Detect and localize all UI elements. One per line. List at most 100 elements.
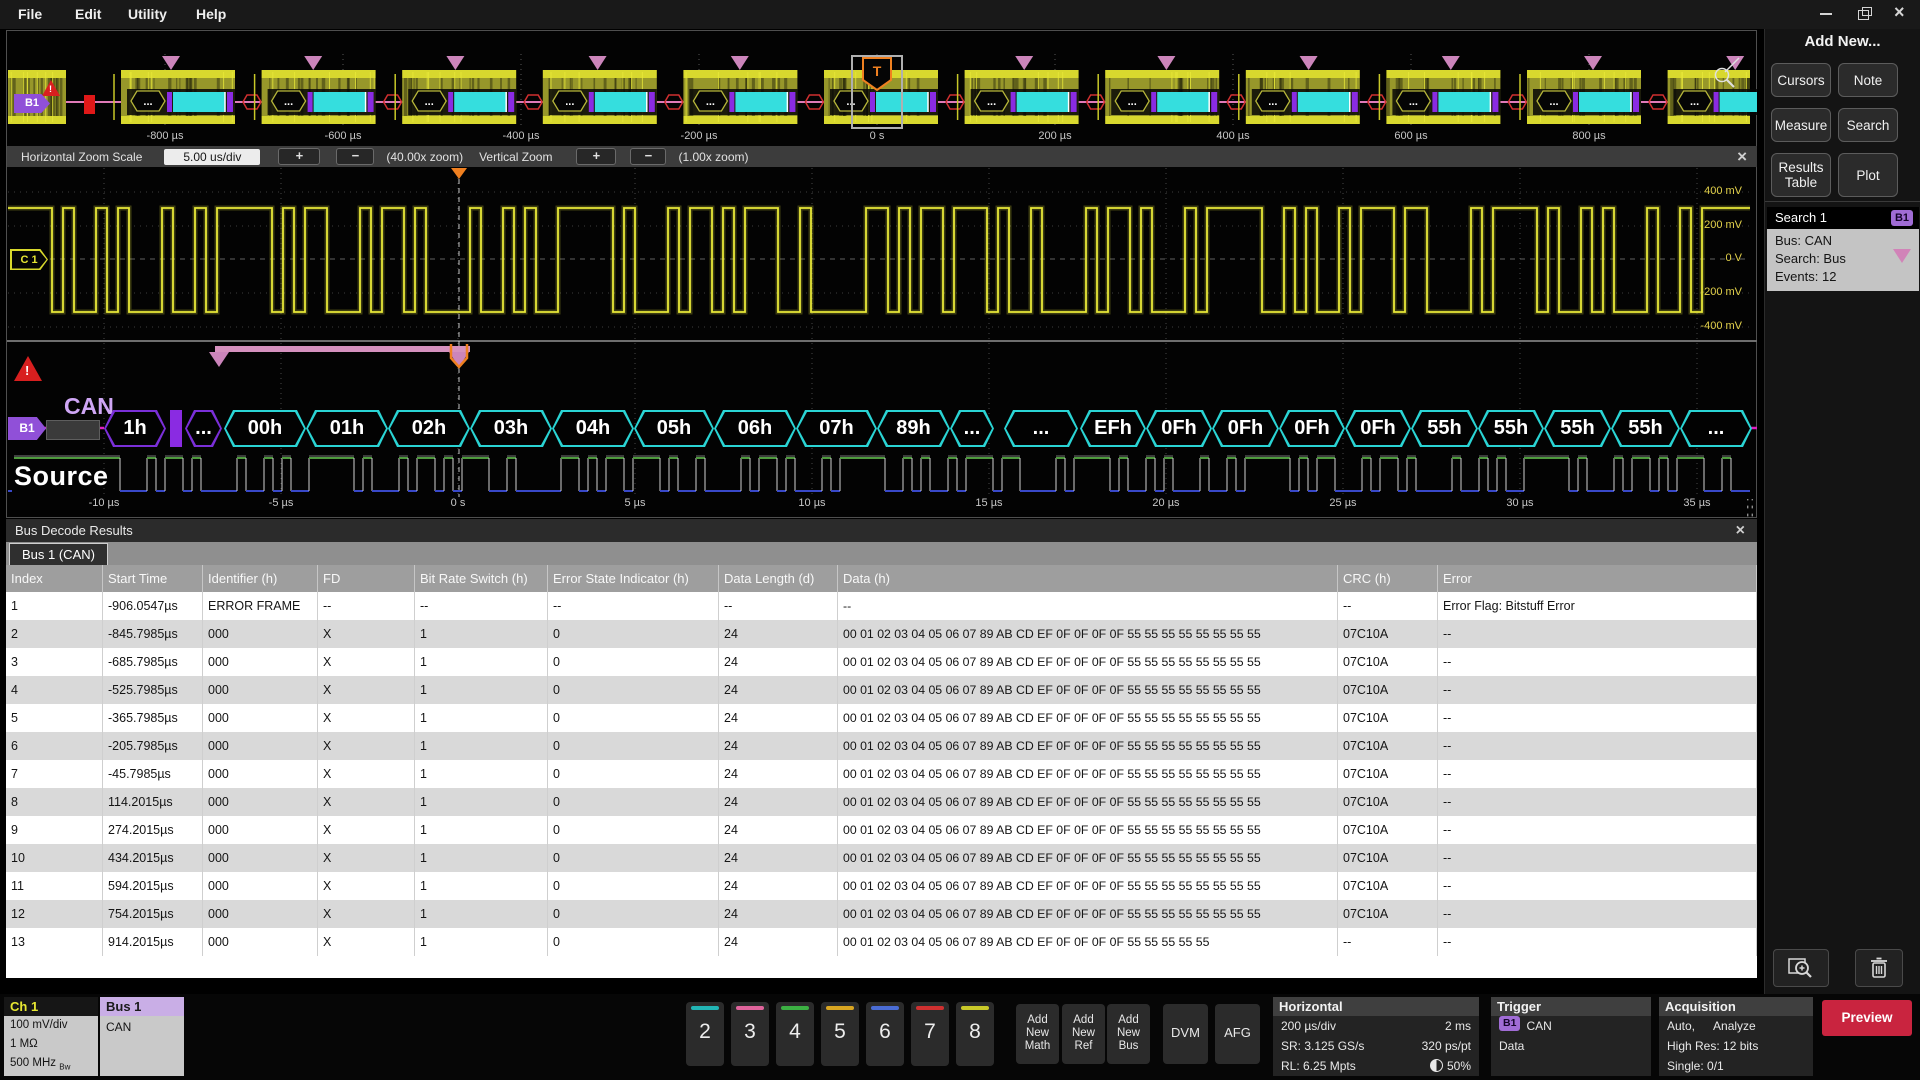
- table-row[interactable]: 7-45.7985µs000X102400 01 02 03 04 05 06 …: [6, 760, 1757, 788]
- channel-1-badge[interactable]: C 1: [10, 249, 48, 270]
- channel-3-button[interactable]: 3: [731, 1002, 769, 1066]
- acq-mode: Auto,: [1667, 1016, 1695, 1036]
- add-search-button[interactable]: Search: [1838, 108, 1898, 142]
- tab-bus1-can[interactable]: Bus 1 (CAN): [9, 543, 108, 565]
- search-event-marker[interactable]: [1300, 56, 1318, 70]
- cell: X: [318, 704, 415, 732]
- cell: 24: [719, 872, 838, 900]
- horizontal-window: 2 ms: [1445, 1016, 1471, 1036]
- add-new-ref-button[interactable]: AddNewRef: [1062, 1004, 1105, 1064]
- decode-frame: 55h: [1611, 410, 1680, 447]
- afg-button[interactable]: AFG: [1215, 1004, 1260, 1064]
- preview-button[interactable]: Preview: [1822, 1000, 1912, 1036]
- dvm-button[interactable]: DVM: [1163, 1004, 1208, 1064]
- ch1-scale: 100 mV/div: [4, 1016, 98, 1035]
- table-row[interactable]: 1-906.0547µsERROR FRAME------------Error…: [6, 592, 1757, 620]
- results-title-bar[interactable]: Bus Decode Results ×: [6, 519, 1757, 542]
- table-row[interactable]: 9274.2015µs000X102400 01 02 03 04 05 06 …: [6, 816, 1757, 844]
- cell: 07C10A: [1338, 676, 1438, 704]
- cell: 07C10A: [1338, 872, 1438, 900]
- cell: X: [318, 620, 415, 648]
- search-event-marker[interactable]: [731, 56, 749, 70]
- search-event-marker[interactable]: [446, 56, 464, 70]
- search-event-marker[interactable]: [162, 56, 180, 70]
- table-row[interactable]: 12754.2015µs000X102400 01 02 03 04 05 06…: [6, 900, 1757, 928]
- cell: 914.2015µs: [103, 928, 203, 956]
- search1-header[interactable]: Search 1 B1: [1767, 207, 1919, 229]
- channel-1-tile[interactable]: Ch 1 100 mV/div 1 MΩ 500 MHz Bw: [4, 997, 98, 1076]
- svg-text:...: ...: [1128, 96, 1137, 108]
- cell: --: [1438, 648, 1757, 676]
- cell: 07C10A: [1338, 620, 1438, 648]
- decode-frame: ...: [1004, 410, 1078, 447]
- restore-icon[interactable]: [1856, 5, 1872, 21]
- search1-body[interactable]: Bus: CAN Search: Bus Events: 12: [1767, 229, 1919, 291]
- add-new-math-button[interactable]: AddNewMath: [1016, 1004, 1059, 1064]
- minimize-icon[interactable]: [1818, 5, 1834, 21]
- channel-color-bar: [916, 1006, 944, 1010]
- channel-2-button[interactable]: 2: [686, 1002, 724, 1066]
- table-row[interactable]: 10434.2015µs000X102400 01 02 03 04 05 06…: [6, 844, 1757, 872]
- decode-frame-value: 00h: [226, 412, 304, 445]
- table-row[interactable]: 8114.2015µs000X102400 01 02 03 04 05 06 …: [6, 788, 1757, 816]
- bus-source-box[interactable]: [46, 420, 100, 440]
- table-row[interactable]: 3-685.7985µs000X102400 01 02 03 04 05 06…: [6, 648, 1757, 676]
- decode-warning-icon: !: [14, 356, 42, 381]
- cell: X: [318, 872, 415, 900]
- add-measure-button[interactable]: Measure: [1771, 108, 1831, 142]
- decode-frame-value: 55h: [1613, 412, 1678, 445]
- cell: 594.2015µs: [103, 872, 203, 900]
- acq-single: Single: 0/1: [1667, 1056, 1724, 1076]
- time-tick-label: 35 µs: [1662, 497, 1732, 509]
- add-note-button[interactable]: Note: [1838, 63, 1898, 97]
- h-zoom-scale-value[interactable]: 5.00 us/div: [164, 149, 260, 165]
- h-zoom-plus-button[interactable]: +: [278, 148, 320, 165]
- close-icon[interactable]: ×: [1894, 5, 1910, 21]
- channel-7-button[interactable]: 7: [911, 1002, 949, 1066]
- acquisition-panel[interactable]: Acquisition Auto,Analyze High Res: 12 bi…: [1659, 997, 1813, 1076]
- horizontal-panel[interactable]: Horizontal 200 µs/div2 ms SR: 3.125 GS/s…: [1273, 997, 1479, 1076]
- table-row[interactable]: 4-525.7985µs000X102400 01 02 03 04 05 06…: [6, 676, 1757, 704]
- zoom-results-button[interactable]: [1773, 949, 1829, 987]
- column-header: Identifier (h): [203, 565, 318, 592]
- table-row[interactable]: 5-365.7985µs000X102400 01 02 03 04 05 06…: [6, 704, 1757, 732]
- search-event-marker[interactable]: [1442, 56, 1460, 70]
- table-row[interactable]: 13914.2015µs000X102400 01 02 03 04 05 06…: [6, 928, 1757, 956]
- search1-panel[interactable]: Search 1 B1 Bus: CAN Search: Bus Events:…: [1767, 207, 1919, 291]
- results-header-row: IndexStart TimeIdentifier (h)FDBit Rate …: [6, 565, 1757, 592]
- channel-number: 4: [776, 1020, 814, 1044]
- add-cursors-button[interactable]: Cursors: [1771, 63, 1831, 97]
- overview-tick-label: 0 s: [832, 130, 922, 142]
- channel-6-button[interactable]: 6: [866, 1002, 904, 1066]
- table-row[interactable]: 2-845.7985µs000X102400 01 02 03 04 05 06…: [6, 620, 1757, 648]
- search-event-marker[interactable]: [1157, 56, 1175, 70]
- v-zoom-minus-button[interactable]: −: [630, 148, 666, 165]
- cell: 0: [548, 788, 719, 816]
- add-results-table-button[interactable]: Results Table: [1771, 153, 1831, 197]
- channel-4-button[interactable]: 4: [776, 1002, 814, 1066]
- cell: 1: [6, 592, 103, 620]
- bus-1-tile[interactable]: Bus 1 CAN: [100, 997, 184, 1076]
- search-event-marker[interactable]: [1015, 56, 1033, 70]
- add-new-bus-button[interactable]: AddNewBus: [1107, 1004, 1150, 1064]
- add-plot-button[interactable]: Plot: [1838, 153, 1898, 197]
- search-event-marker[interactable]: [304, 56, 322, 70]
- channel-color-bar: [871, 1006, 899, 1010]
- svg-text:...: ...: [1268, 96, 1277, 108]
- search-event-marker[interactable]: [589, 56, 607, 70]
- delete-button[interactable]: [1855, 949, 1903, 987]
- trigger-panel[interactable]: Trigger B1CAN Data: [1491, 997, 1651, 1076]
- channel-8-button[interactable]: 8: [956, 1002, 994, 1066]
- h-zoom-scale-label: Horizontal Zoom Scale: [21, 150, 142, 164]
- table-row[interactable]: 11594.2015µs000X102400 01 02 03 04 05 06…: [6, 872, 1757, 900]
- channel-5-button[interactable]: 5: [821, 1002, 859, 1066]
- table-row[interactable]: 6-205.7985µs000X102400 01 02 03 04 05 06…: [6, 732, 1757, 760]
- cell: 1: [415, 928, 548, 956]
- decode-frame-value: 55h: [1546, 412, 1609, 445]
- cell: 4: [6, 676, 103, 704]
- h-zoom-minus-button[interactable]: −: [336, 148, 374, 165]
- search-event-marker[interactable]: [1584, 56, 1602, 70]
- v-zoom-plus-button[interactable]: +: [576, 148, 616, 165]
- results-close-icon[interactable]: ×: [1736, 519, 1745, 542]
- zoom-close-icon[interactable]: ×: [1737, 147, 1747, 167]
